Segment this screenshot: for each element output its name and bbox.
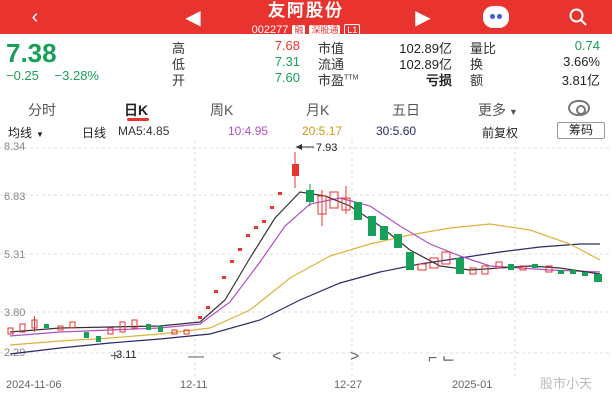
ma5-line <box>9 191 601 333</box>
indicator-bar: 均线 ▼ 日线 MA5:4.85 10:4.95 20:5.17 30:5.60 … <box>0 122 612 140</box>
tab-intraday[interactable]: 分时 <box>28 100 56 120</box>
scroll-right-button[interactable]: > <box>350 348 359 368</box>
amount-value: 3.81亿 <box>561 73 600 88</box>
quote-panel: 7.38 −0.25 −3.28% 高 7.68 低 7.31 开 7.60 市… <box>0 34 612 90</box>
caret-down-icon: ▼ <box>509 107 518 117</box>
eye-icon[interactable] <box>568 100 590 116</box>
scroll-left-button[interactable]: < <box>272 348 281 368</box>
x-tick: 12-11 <box>180 379 207 391</box>
adjust-mode[interactable]: 前复权 <box>482 124 518 141</box>
tab-more[interactable]: 更多 ▼ <box>478 100 518 120</box>
change-value: −0.25 <box>6 68 39 83</box>
tab-five-day[interactable]: 五日 <box>392 100 420 120</box>
ma20-value: 20:5.17 <box>302 124 343 138</box>
zoom-in-button[interactable]: + <box>110 348 119 368</box>
turnover-value: 3.66% <box>563 54 600 69</box>
ma10-value: 10:4.95 <box>228 124 269 138</box>
ratio-value: 0.74 <box>574 38 600 53</box>
period-tabs: 分时 日K 周K 月K 五日 更多 ▼ <box>0 96 612 122</box>
kline-svg: 8.34 6.83 5.31 3.80 2.29 7.93 3.11 2024-… <box>0 140 612 391</box>
next-stock-icon[interactable]: ▶ <box>410 4 436 30</box>
ma-select[interactable]: 均线 ▼ <box>8 124 44 141</box>
line-type-label: 日线 <box>82 126 107 140</box>
last-price: 7.38 <box>6 38 57 68</box>
chips-button[interactable]: 筹码 <box>557 122 605 139</box>
high-value: 7.68 <box>274 38 300 53</box>
y-tick: 5.31 <box>4 249 25 261</box>
x-tick: 12-27 <box>334 379 362 391</box>
back-chevron-icon[interactable]: ‹ <box>22 4 48 30</box>
price-change: −0.25 −3.28% <box>6 68 111 83</box>
change-percent: −3.28% <box>54 68 99 83</box>
y-tick: 3.80 <box>4 307 25 319</box>
candle-series <box>7 152 602 342</box>
y-tick: 8.34 <box>4 141 25 153</box>
search-icon[interactable] <box>565 4 591 30</box>
open-label: 开 <box>172 73 186 88</box>
active-tab-indicator <box>127 118 149 121</box>
low-value: 7.31 <box>274 54 300 69</box>
top-bar: ‹ ◀ 友阿股份 002277 融 深股通 L1 ▶ <box>0 0 612 37</box>
y-tick: 6.83 <box>4 191 25 203</box>
watermark: 股市小天 <box>540 376 592 391</box>
ma30-value: 30:5.60 <box>376 124 417 138</box>
open-value: 7.60 <box>274 70 300 85</box>
x-tick: 2024-11-06 <box>6 379 61 391</box>
ma5-value: MA5:4.85 <box>118 124 170 138</box>
max-label: 7.93 <box>316 142 337 154</box>
x-tick: 2025-01 <box>452 379 492 391</box>
robot-assistant-icon[interactable] <box>483 6 509 28</box>
tab-monthly-k[interactable]: 月K <box>306 100 329 120</box>
amount-label: 额 <box>470 73 484 88</box>
tab-weekly-k[interactable]: 周K <box>210 100 233 120</box>
fullscreen-button[interactable]: ⌐ ⌙ <box>428 348 455 368</box>
pe-value: 亏损 <box>425 73 452 88</box>
tab-daily-k[interactable]: 日K <box>124 100 148 120</box>
caret-down-icon: ▼ <box>36 130 44 139</box>
kline-chart[interactable]: 8.34 6.83 5.31 3.80 2.29 7.93 3.11 2024-… <box>0 140 612 402</box>
pe-label: 市盈TTM <box>318 73 359 88</box>
zoom-out-button[interactable]: — <box>188 348 204 368</box>
